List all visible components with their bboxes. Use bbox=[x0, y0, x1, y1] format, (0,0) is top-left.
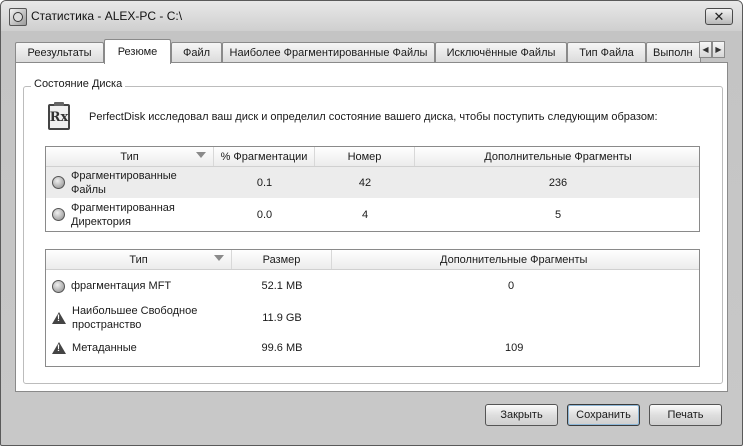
type-cell: Наибольшее Свободное пространство bbox=[52, 300, 230, 336]
chevron-right-icon: ▶ bbox=[715, 45, 722, 54]
tab-label: Выполн bbox=[653, 46, 693, 59]
tab-scroll-left-button[interactable]: ◀ bbox=[699, 41, 712, 58]
header-label: Тип bbox=[129, 253, 148, 266]
button-label: Сохранить bbox=[576, 409, 631, 421]
column-header-extra-fragments[interactable]: Дополнительные Фрагменты bbox=[415, 147, 701, 166]
number-cell: 4 bbox=[361, 208, 369, 221]
rx-glyph: Rx bbox=[49, 109, 69, 125]
size-cell: 99.6 MB bbox=[261, 342, 303, 354]
tab-file-type[interactable]: Тип Файла bbox=[567, 42, 646, 62]
space-metadata-table: Тип Размер Дополнительные Фрагменты фраг… bbox=[45, 249, 700, 367]
button-label: Печать bbox=[667, 409, 704, 421]
column-header-type[interactable]: Тип bbox=[46, 250, 232, 269]
table-header: Тип Размер Дополнительные Фрагменты bbox=[46, 250, 699, 270]
extra-fragments-cell: 236 bbox=[548, 176, 568, 189]
tab-scroll: ◀ ▶ bbox=[699, 41, 725, 58]
save-button[interactable]: Сохранить bbox=[567, 404, 640, 426]
type-cell: Фрагментированные Файлы bbox=[52, 167, 212, 198]
rx-prescription-icon: Rx bbox=[48, 102, 70, 130]
tab-label: Исключённые Файлы bbox=[446, 46, 556, 59]
type-label: Наибольшее Свободное пространство bbox=[72, 305, 198, 331]
fragmentation-table: Тип % Фрагментации Номер Дополнительные … bbox=[45, 146, 700, 232]
number-cell: 42 bbox=[358, 176, 372, 189]
table-row[interactable]: Метаданные 99.6 MB 109 bbox=[46, 336, 699, 360]
tab-excluded-files[interactable]: Исключённые Файлы bbox=[435, 42, 567, 62]
size-cell: 11.9 GB bbox=[262, 312, 302, 324]
close-icon: ✕ bbox=[713, 9, 725, 24]
group-title: Состояние Диска bbox=[31, 78, 126, 90]
button-label: Закрыть bbox=[500, 409, 543, 421]
column-header-size[interactable]: Размер bbox=[232, 250, 332, 269]
extra-fragments-cell: 5 bbox=[554, 208, 562, 221]
status-circle-icon bbox=[52, 176, 65, 189]
app-icon bbox=[9, 8, 27, 26]
header-label: Дополнительные Фрагменты bbox=[440, 253, 588, 266]
extra-fragments-cell: 109 bbox=[505, 342, 524, 354]
title-bar: Статистика - ALEX-PC - C:\ ✕ bbox=[1, 1, 742, 31]
status-circle-icon bbox=[52, 208, 65, 221]
tab-label: Файл bbox=[182, 46, 211, 59]
warning-icon bbox=[52, 312, 66, 324]
header-label: % Фрагментации bbox=[220, 150, 308, 163]
warning-icon bbox=[52, 342, 66, 354]
header-label: Дополнительные Фрагменты bbox=[484, 150, 632, 163]
tab-label: Тип Файла bbox=[579, 46, 634, 59]
header-label: Размер bbox=[262, 253, 301, 266]
column-header-fragmentation[interactable]: % Фрагментации bbox=[214, 147, 315, 166]
tab-summary[interactable]: Резюме bbox=[104, 39, 171, 64]
print-button[interactable]: Печать bbox=[649, 404, 722, 426]
column-header-number[interactable]: Номер bbox=[315, 147, 415, 166]
type-cell: Метаданные bbox=[52, 336, 230, 360]
status-circle-icon bbox=[52, 279, 65, 293]
type-cell: фрагментация MFT bbox=[52, 274, 230, 298]
extra-fragments-cell bbox=[508, 300, 568, 336]
type-label: фрагментация MFT bbox=[71, 280, 172, 292]
tab-results[interactable]: Реезультаты bbox=[15, 42, 104, 62]
tab-performed[interactable]: Выполн bbox=[646, 42, 701, 62]
fragmentation-cell: 0.1 bbox=[256, 176, 273, 189]
analysis-message: PerfectDisk исследовал ваш диск и опреде… bbox=[89, 111, 658, 123]
column-header-extra-fragments[interactable]: Дополнительные Фрагменты bbox=[332, 250, 701, 269]
type-label: Фрагментированная Директория bbox=[71, 201, 175, 228]
tab-file[interactable]: Файл bbox=[171, 42, 222, 62]
fragmentation-cell: 0.0 bbox=[256, 208, 273, 221]
type-label: Метаданные bbox=[72, 342, 137, 354]
table-header: Тип % Фрагментации Номер Дополнительные … bbox=[46, 147, 699, 167]
tab-label: Наиболее Фрагментированные Файлы bbox=[229, 46, 428, 59]
statistics-window: Статистика - ALEX-PC - C:\ ✕ Реезультаты… bbox=[0, 0, 743, 446]
sort-down-icon bbox=[214, 255, 224, 261]
tab-scroll-right-button[interactable]: ▶ bbox=[712, 41, 725, 58]
tab-most-fragmented-files[interactable]: Наиболее Фрагментированные Файлы bbox=[222, 42, 435, 62]
table-row[interactable]: Фрагментированные Файлы 0.1 42 236 bbox=[46, 167, 699, 198]
tab-label: Реезультаты bbox=[27, 46, 92, 59]
close-button[interactable]: Закрыть bbox=[485, 404, 558, 426]
tab-label: Резюме bbox=[117, 46, 158, 58]
chevron-left-icon: ◀ bbox=[702, 45, 709, 54]
table-row[interactable]: фрагментация MFT 52.1 MB 0 bbox=[46, 274, 699, 298]
header-label: Номер bbox=[347, 150, 382, 163]
size-cell: 52.1 MB bbox=[261, 280, 303, 292]
header-label: Тип bbox=[120, 150, 139, 163]
type-label: Фрагментированные Файлы bbox=[71, 169, 177, 196]
tab-strip: Реезультаты Резюме Файл Наиболее Фрагмен… bbox=[15, 39, 715, 64]
extra-fragments-cell: 0 bbox=[508, 280, 515, 292]
window-title: Статистика - ALEX-PC - C:\ bbox=[31, 9, 183, 23]
column-header-type[interactable]: Тип bbox=[46, 147, 214, 166]
sort-down-icon bbox=[196, 152, 206, 158]
table-row[interactable]: Фрагментированная Директория 0.0 4 5 bbox=[46, 198, 699, 231]
table-row[interactable]: Наибольшее Свободное пространство 11.9 G… bbox=[46, 300, 699, 336]
type-cell: Фрагментированная Директория bbox=[52, 198, 212, 231]
close-window-button[interactable]: ✕ bbox=[705, 8, 733, 25]
